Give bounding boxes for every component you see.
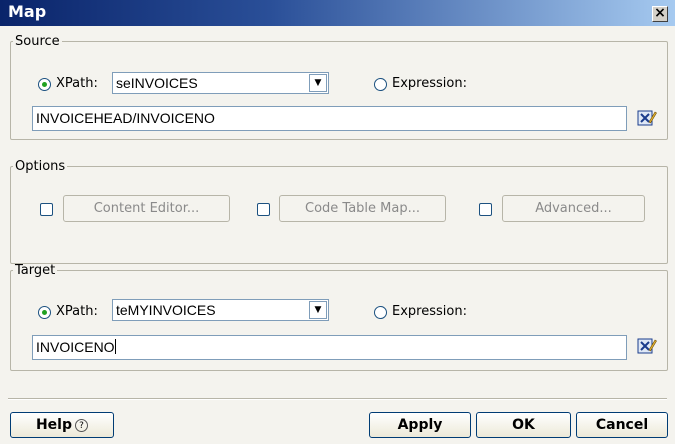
options-legend: Options <box>15 159 66 174</box>
close-icon: × <box>654 5 666 21</box>
help-label: Help <box>35 417 73 433</box>
apply-button[interactable]: Apply <box>369 412 471 438</box>
target-xpath-combo[interactable]: teMYINVOICES ▼ <box>112 299 329 321</box>
source-xpath-radio[interactable] <box>38 78 51 91</box>
advanced-checkbox[interactable] <box>479 203 492 216</box>
source-xpath-value: seINVOICES <box>116 75 198 91</box>
help-icon: ? <box>75 419 89 432</box>
target-expression-radio[interactable] <box>374 306 387 319</box>
code-table-map-button[interactable]: Code Table Map... <box>279 195 446 222</box>
chevron-down-icon[interactable]: ▼ <box>309 74 327 92</box>
code-table-map-checkbox[interactable] <box>257 203 270 216</box>
content-editor-checkbox[interactable] <box>40 203 53 216</box>
help-button[interactable]: Help? <box>10 412 114 438</box>
xpath-edit-icon[interactable] <box>637 109 657 127</box>
source-path-input[interactable]: INVOICEHEAD/INVOICENO <box>32 106 627 131</box>
xpath-edit-icon[interactable] <box>637 337 657 355</box>
separator <box>8 398 667 400</box>
target-path-field: INVOICENO <box>36 339 116 355</box>
target-path-input[interactable]: INVOICENO <box>32 335 627 360</box>
cancel-button[interactable]: Cancel <box>576 412 668 438</box>
target-xpath-label: XPath: <box>56 304 98 319</box>
source-expression-label: Expression: <box>392 76 467 91</box>
target-xpath-radio[interactable] <box>38 306 51 319</box>
target-path-value: INVOICENO <box>36 339 115 355</box>
close-button[interactable]: × <box>652 6 668 22</box>
source-path-value: INVOICEHEAD/INVOICENO <box>36 110 215 126</box>
source-legend: Source <box>15 34 60 49</box>
source-xpath-label: XPath: <box>56 76 98 91</box>
ok-button[interactable]: OK <box>476 412 571 438</box>
target-expression-label: Expression: <box>392 304 467 319</box>
dialog-body: Source XPath: seINVOICES ▼ Expression: I… <box>0 26 675 444</box>
content-editor-button[interactable]: Content Editor... <box>63 195 230 222</box>
chevron-down-icon[interactable]: ▼ <box>309 301 327 319</box>
source-expression-radio[interactable] <box>374 78 387 91</box>
target-xpath-value: teMYINVOICES <box>116 302 216 318</box>
source-xpath-combo[interactable]: seINVOICES ▼ <box>112 72 329 94</box>
advanced-button[interactable]: Advanced... <box>502 195 645 222</box>
window-title: Map <box>8 2 47 21</box>
title-bar: Map × <box>0 0 675 26</box>
target-legend: Target <box>15 263 56 278</box>
text-caret <box>114 339 116 354</box>
